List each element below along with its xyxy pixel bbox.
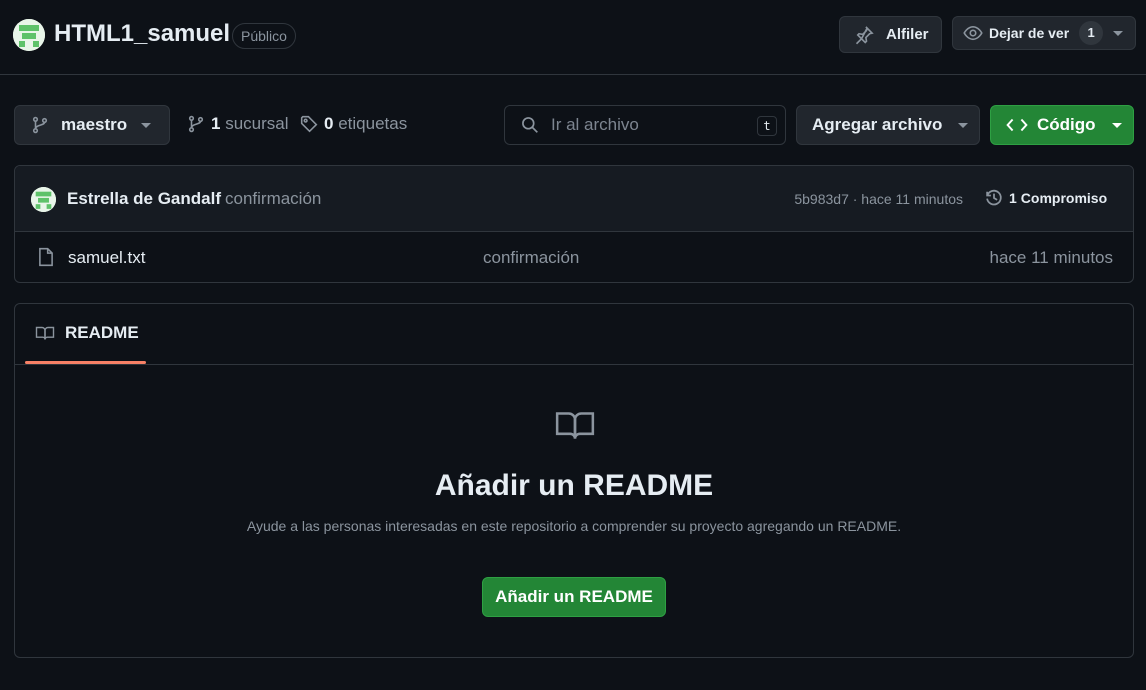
table-row[interactable]: samuel.txt confirmación hace 11 minutos	[15, 232, 1133, 282]
commits-history-link[interactable]: 1 Compromiso	[984, 188, 1107, 208]
book-icon	[35, 324, 55, 342]
readme-description: Ayude a las personas interesadas en este…	[246, 518, 902, 534]
tags-link[interactable]: 0 etiquetas	[300, 114, 407, 134]
commit-author[interactable]: Estrella de Gandalf	[67, 189, 221, 209]
file-icon	[37, 247, 55, 267]
readme-panel: README Añadir un README Ayude a las pers…	[14, 303, 1134, 658]
identicon-avatar-icon	[13, 19, 45, 51]
pin-icon	[854, 25, 874, 45]
commits-label: Compromiso	[1020, 190, 1108, 206]
branch-name: maestro	[61, 115, 128, 134]
commit-hash-time[interactable]: 5b983d7 · hace 11 minutos	[794, 191, 963, 207]
add-readme-button[interactable]: Añadir un README	[482, 577, 666, 617]
search-placeholder: Ir al archivo	[551, 115, 639, 134]
watch-label: Dejar de ver	[989, 25, 1070, 41]
tab-readme[interactable]: README	[35, 323, 139, 343]
chevron-down-icon	[1111, 122, 1122, 128]
pin-button[interactable]: Alfiler	[839, 16, 942, 53]
branch-icon	[187, 115, 205, 133]
identicon-avatar-icon	[31, 187, 56, 212]
visibility-badge: Público	[232, 23, 296, 49]
pin-label: Alfiler	[886, 26, 929, 43]
search-icon	[521, 116, 539, 134]
code-button[interactable]: Código	[990, 105, 1134, 145]
repo-name[interactable]: HTML1_samuel	[54, 20, 230, 48]
readme-title: Añadir un README	[434, 469, 714, 502]
tags-label: etiquetas	[338, 114, 408, 133]
file-list: Estrella de Gandalf confirmación 5b983d7…	[14, 165, 1134, 283]
branch-icon	[31, 116, 49, 134]
book-icon	[554, 407, 596, 443]
branch-select-button[interactable]: maestro	[14, 105, 170, 145]
author-avatar[interactable]	[31, 187, 56, 212]
search-shortcut-key: t	[757, 116, 777, 136]
branches-count: 1	[211, 114, 221, 133]
go-to-file-search[interactable]: Ir al archivo t	[504, 105, 786, 145]
commit-message[interactable]: confirmación	[225, 189, 321, 209]
file-commit-message[interactable]: confirmación	[483, 248, 579, 268]
tag-icon	[300, 115, 318, 133]
add-file-button[interactable]: Agregar archivo	[796, 105, 980, 145]
watch-button[interactable]: Dejar de ver 1	[952, 16, 1136, 50]
commits-count: 1	[1009, 190, 1017, 206]
code-label: Código	[1037, 115, 1096, 134]
active-tab-indicator	[25, 361, 146, 364]
branches-label: sucursal	[225, 114, 289, 133]
file-name[interactable]: samuel.txt	[68, 248, 145, 268]
repo-header: HTML1_samuel Público Alfiler Dejar de ve…	[0, 0, 1146, 75]
tags-count: 0	[324, 114, 334, 133]
code-icon	[1006, 116, 1028, 134]
owner-avatar[interactable]	[13, 19, 45, 51]
tab-readme-label: README	[65, 323, 139, 342]
latest-commit-row: Estrella de Gandalf confirmación 5b983d7…	[15, 166, 1133, 232]
add-file-label: Agregar archivo	[812, 115, 943, 134]
watch-count: 1	[1079, 21, 1104, 45]
chevron-down-icon	[141, 122, 152, 128]
eye-icon	[963, 23, 983, 43]
branches-link[interactable]: 1 sucursal	[187, 114, 289, 134]
chevron-down-icon	[958, 122, 969, 128]
history-icon	[984, 188, 1004, 208]
file-commit-time: hace 11 minutos	[989, 248, 1113, 267]
readme-tabbar: README	[15, 304, 1133, 365]
chevron-down-icon	[1113, 30, 1124, 36]
